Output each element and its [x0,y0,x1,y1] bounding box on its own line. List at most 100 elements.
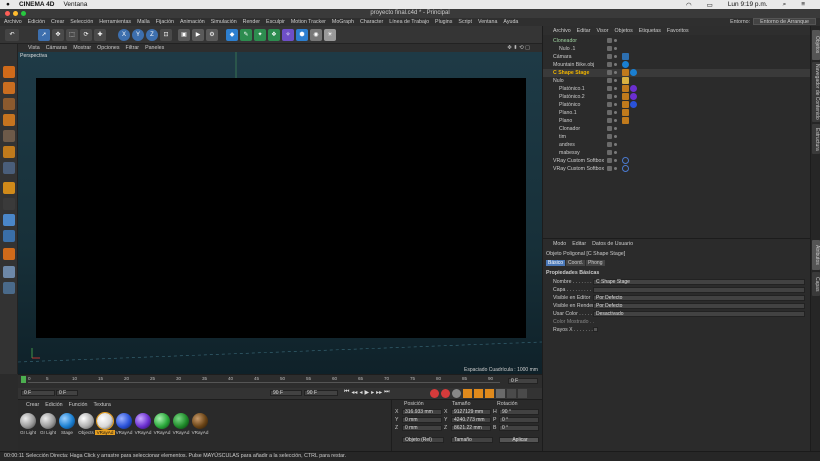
size-y-field[interactable]: 4240.773 mm [451,417,491,423]
render-dot[interactable] [614,95,617,98]
menu-motion-tracker[interactable]: Motion Tracker [291,19,326,25]
pen-spline-icon[interactable]: ✎ [240,29,252,41]
viewport-menu-mostrar[interactable]: Mostrar [73,45,91,51]
next-frame-icon[interactable]: ▸ [371,389,374,396]
side-tab-navegador[interactable]: Navegador de Contenido [812,62,820,122]
menu-mograph[interactable]: MoGraph [332,19,354,25]
search-icon[interactable]: ⌕ [783,1,787,9]
object-menu-favoritos[interactable]: Favoritos [667,28,689,34]
render-dot[interactable] [614,63,617,66]
render-dot[interactable] [614,127,617,130]
material-swatch[interactable] [173,413,189,429]
menu-render[interactable]: Render [243,19,260,25]
object-row[interactable]: andres [543,141,811,149]
layer-field[interactable] [593,287,805,293]
render-settings-icon[interactable]: ⚙ [206,29,218,41]
render-picture-viewer-icon[interactable]: ▶ [192,29,204,41]
grid-icon[interactable] [3,266,15,278]
apple-icon[interactable]: ● [6,1,10,8]
object-row[interactable]: Plano.1 [543,109,811,117]
material-swatch[interactable] [135,413,151,429]
object-row[interactable]: Platónico.2 [543,93,811,101]
viewport-menu-opciones[interactable]: Opciones [97,45,119,51]
menu-fijacion[interactable]: Fijación [156,19,174,25]
object-menu-etiquetas[interactable]: Etiquetas [639,28,661,34]
render-view-icon[interactable]: ▣ [178,29,190,41]
material-swatch[interactable] [154,413,170,429]
coord-mode-dropdown[interactable]: Objeto (Rel) [402,437,444,443]
material-tag-icon[interactable] [630,101,637,108]
side-tab-objetos[interactable]: Objetos [812,30,820,60]
rotation-h-field[interactable]: 90 ° [499,409,539,415]
cube-icon[interactable]: ◆ [226,29,238,41]
texture-mode-icon[interactable] [3,98,15,110]
phong-tag-icon[interactable] [622,117,629,124]
object-row[interactable]: Nulo .1 [543,45,811,53]
visibility-toggle[interactable] [607,142,612,147]
camera-view-area[interactable] [36,78,526,338]
material-swatch[interactable] [59,413,75,429]
scene-icon[interactable]: ⬢ [296,29,308,41]
timeline-menu-icon[interactable] [518,389,527,398]
object-row-selected[interactable]: C Shape Stage [543,69,811,77]
menu-linea-de-trabajo[interactable]: Línea de Trabajo [389,19,429,25]
previous-frame-icon[interactable]: ◂ [359,389,362,396]
scale-icon[interactable]: ⬚ [66,29,78,41]
material-menu-crear[interactable]: Crear [26,402,39,408]
render-dot[interactable] [614,159,617,162]
visible-editor-dropdown[interactable]: Por Defecto [593,295,805,301]
visible-render-dropdown[interactable]: Por Defecto [593,303,805,309]
y-axis-lock-button[interactable]: Y [132,29,144,41]
menu-ventana[interactable]: Ventana [478,19,497,25]
side-tab-capas[interactable]: Capas [812,272,820,296]
visibility-toggle[interactable] [607,118,612,123]
phong-tag-icon[interactable] [622,69,629,76]
menu-simulacion[interactable]: Simulación [211,19,237,25]
polygons-mode-icon[interactable] [3,162,15,174]
phong-tag-icon[interactable] [622,109,629,116]
render-dot[interactable] [614,79,617,82]
autokey-icon[interactable] [441,389,450,398]
viewport-menu-camaras[interactable]: Cámaras [46,45,68,51]
coordinate-system-icon[interactable]: ⊡ [160,29,172,41]
subdivision-icon[interactable]: ✦ [254,29,266,41]
render-dot[interactable] [614,151,617,154]
object-row[interactable]: tim [543,133,811,141]
visibility-toggle[interactable] [607,166,612,171]
phong-tag-icon[interactable] [622,93,629,100]
material-swatch[interactable] [40,413,56,429]
current-frame-field[interactable]: 0 F [508,378,538,384]
object-row[interactable]: VRay Custom Softbox [543,165,811,173]
name-field[interactable]: C Shape Stage [593,279,805,285]
visibility-toggle[interactable] [607,158,612,163]
visibility-toggle[interactable] [607,86,612,91]
go-to-end-icon[interactable]: ⏭ [384,389,389,396]
timeline-track[interactable] [28,382,500,386]
phong-tag-icon[interactable] [622,101,629,108]
object-row[interactable]: Nulo [543,77,811,85]
layers-icon[interactable] [3,282,15,294]
recent-tools-icon[interactable]: ✚ [94,29,106,41]
apply-button[interactable]: Aplicar [499,437,539,443]
menu-seleccion[interactable]: Selección [70,19,93,25]
select-arrow-icon[interactable]: ➚ [38,29,50,41]
render-dot[interactable] [614,103,617,106]
object-menu-archivo[interactable]: Archivo [553,28,571,34]
visibility-toggle[interactable] [607,102,612,107]
render-dot[interactable] [614,167,617,170]
viewport-nav-icons[interactable]: ✥ ⬍ ⟲ ▢ [507,45,530,51]
material-swatch[interactable] [78,413,94,429]
visibility-toggle[interactable] [607,62,612,67]
position-x-field[interactable]: 316.933 mm [402,409,442,415]
visibility-toggle[interactable] [607,78,612,83]
tab-phong[interactable]: Phong [586,260,605,266]
viewport-menu-filtrar[interactable]: Filtrar [126,45,140,51]
object-row[interactable]: Mountain Bike.obj [543,61,811,69]
cloner-icon[interactable]: ❖ [268,29,280,41]
menu-plugins[interactable]: Plugins [435,19,452,25]
object-menu-visor[interactable]: Visor [597,28,609,34]
vray-tag-icon[interactable] [622,165,629,172]
visibility-toggle[interactable] [607,110,612,115]
key-parameter-icon[interactable] [496,389,505,398]
render-dot[interactable] [614,47,617,50]
